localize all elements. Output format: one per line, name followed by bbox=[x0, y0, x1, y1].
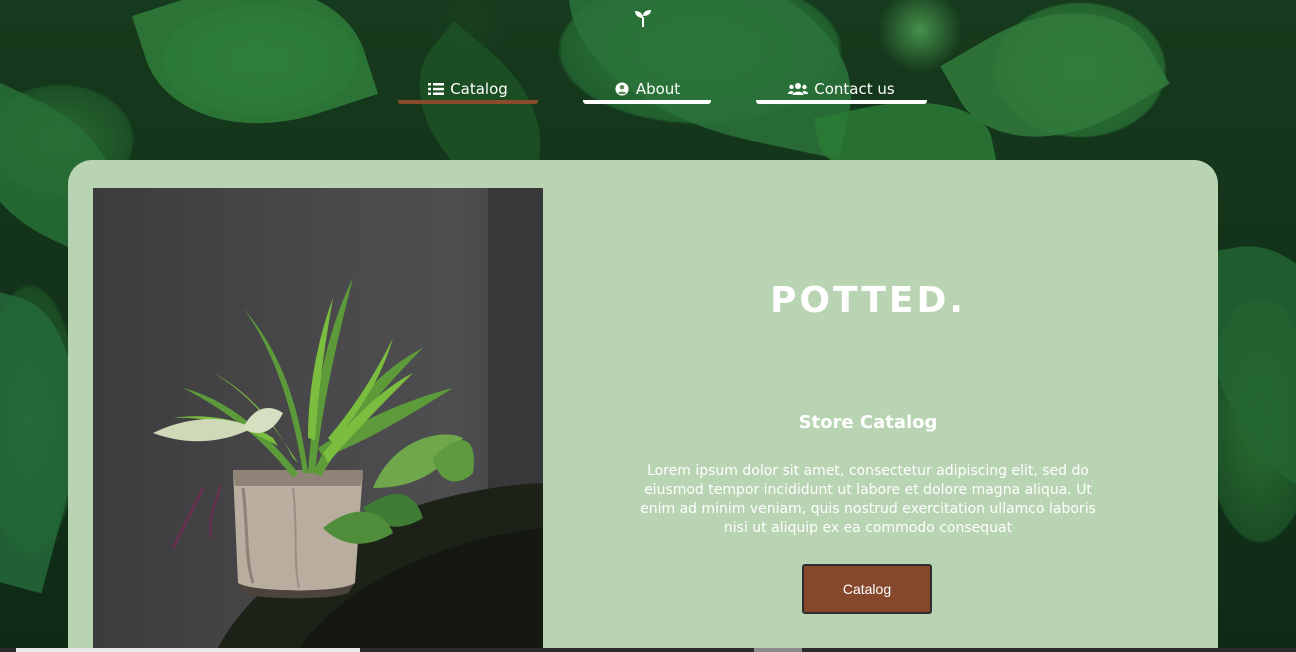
section-subtitle: Store Catalog bbox=[798, 412, 938, 433]
brand-title: POTTED. bbox=[769, 280, 967, 321]
nav-about[interactable]: About bbox=[583, 78, 711, 104]
horizontal-scrollbar[interactable] bbox=[0, 648, 1296, 652]
nav-contact-us[interactable]: Contact us bbox=[756, 78, 927, 104]
nav-about-label: About bbox=[635, 80, 681, 98]
nav-catalog-label: Catalog bbox=[450, 80, 508, 98]
users-icon bbox=[788, 83, 809, 95]
list-icon bbox=[428, 83, 445, 95]
main-nav: Catalog About Contact us bbox=[0, 78, 1296, 108]
description-text: Lorem ipsum dolor sit amet, consectetur … bbox=[640, 463, 1096, 536]
hero-card: POTTED. Store Catalog Lorem ipsum dolor … bbox=[68, 160, 1218, 652]
nav-contact-label: Contact us bbox=[814, 80, 895, 98]
sprout-icon[interactable] bbox=[634, 8, 652, 28]
nav-catalog[interactable]: Catalog bbox=[398, 78, 538, 104]
scrollbar-thumb[interactable] bbox=[16, 648, 360, 652]
scrollbar-thumb-secondary[interactable] bbox=[754, 648, 802, 652]
potted-plant-photo bbox=[93, 188, 543, 652]
user-circle-icon bbox=[615, 82, 629, 96]
catalog-button[interactable]: Catalog bbox=[802, 564, 932, 614]
